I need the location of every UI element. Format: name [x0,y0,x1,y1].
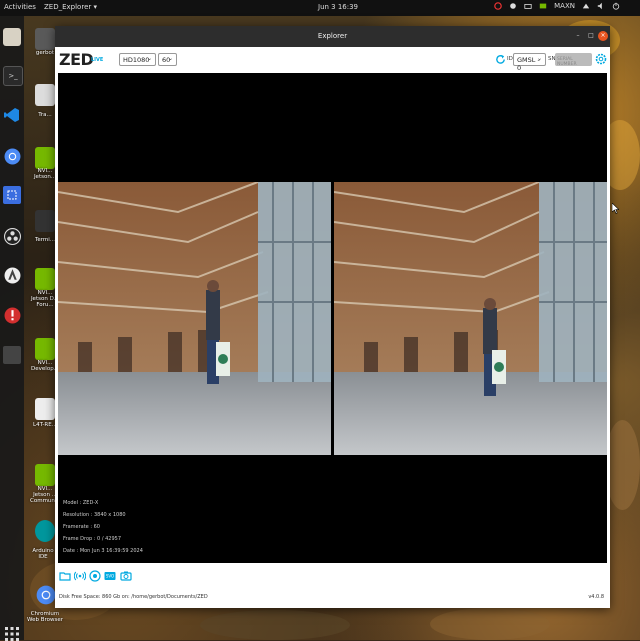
person-shape [483,308,497,354]
app-menu[interactable]: ZED_Explorer ▾ [44,3,97,11]
model-text: Model : ZED-X [63,500,99,506]
window-title: Explorer [317,32,348,40]
vscode-icon[interactable] [3,106,21,124]
chevron-down-icon: ⌄ [536,55,542,62]
toolbar: ZED LIVE HD1080 ⌄ 60 ⌄ ID GMSL - 0 ⌄ SN … [55,47,610,73]
settings-gear-icon[interactable] [595,53,607,65]
obs-icon[interactable] [3,227,21,245]
serial-number-input[interactable]: SERIAL NUMBER [555,53,592,67]
record-icon[interactable] [89,570,101,582]
snapshot-icon[interactable] [120,570,132,582]
id-label: ID [507,56,513,62]
folder-icon[interactable] [59,570,71,582]
network-icon[interactable] [582,2,590,10]
camera-info-panel: Model : ZED-X Resolution : 3840 x 1080 F… [63,497,143,557]
updates-icon[interactable] [3,266,21,284]
arduino-icon[interactable] [35,520,55,542]
top-bar: Activities ZED_Explorer ▾ Jun 3 16:39 MA… [0,0,640,16]
nvidia-settings-icon[interactable] [494,2,502,10]
window-titlebar[interactable]: Explorer – □ × [55,26,610,47]
dock: >_ [0,16,24,641]
framerate-text: Framerate : 60 [63,524,100,530]
left-camera-image [58,182,331,455]
svg-text:SVO: SVO [106,574,114,579]
nvidia-icon[interactable] [35,464,55,486]
close-button[interactable]: × [598,31,608,41]
minimize-button[interactable]: – [573,31,583,41]
active-window-indicator[interactable] [3,346,21,364]
chromium-desktop-icon[interactable] [36,584,56,606]
camera-select[interactable]: GMSL - 0 ⌄ [513,53,546,72]
disk-status-text: Disk Free Space: 860 Gb on: /home/gerbot… [59,594,208,600]
nvidia-icon[interactable] [35,338,55,360]
terminal-desktop-icon[interactable] [35,210,55,232]
chromium-icon[interactable] [3,147,21,165]
activities-button[interactable]: Activities [4,3,36,11]
resolution-value: HD1080 [123,56,150,64]
stream-icon[interactable] [74,570,86,582]
system-tray[interactable]: MAXN [494,2,620,10]
svo-icon[interactable]: SVO [104,570,116,582]
frame-drop-text: Frame Drop : 0 / 42957 [63,536,122,542]
live-label: LIVE [91,57,104,63]
clock[interactable]: Jun 3 16:39 [318,3,358,11]
desktop-label: Chromium Web Browser [26,611,64,623]
antivirus-icon[interactable] [509,2,517,10]
terminal-icon[interactable]: >_ [3,66,23,86]
fps-select[interactable]: 60 ⌄ [158,53,177,66]
nvidia-icon[interactable] [35,147,55,169]
bottom-bar: SVO Disk Free Space: 860 Gb on: /home/ge… [55,563,610,608]
right-camera-image [334,182,607,455]
chevron-down-icon: ⌄ [146,55,152,62]
version-text: v4.0.8 [588,594,604,600]
resolution-select[interactable]: HD1080 ⌄ [119,53,156,66]
date-text: Date : Mon Jun 3 16:39:59 2024 [63,548,143,554]
explorer-window: Explorer – □ × ZED LIVE HD1080 ⌄ 60 ⌄ ID… [55,26,610,608]
keyboard-icon[interactable] [524,2,532,10]
mouse-cursor-icon [612,203,619,214]
chevron-down-icon: ⌄ [167,55,173,62]
refresh-icon[interactable] [495,54,506,65]
resolution-text: Resolution : 3840 x 1080 [63,512,126,518]
power-mode-label[interactable]: MAXN [554,2,575,10]
zed-logo: ZED [59,50,94,69]
nvidia-icon[interactable] [35,268,55,290]
person-shape [206,290,220,340]
screenshot-icon[interactable] [3,186,21,204]
help-icon[interactable] [3,306,21,324]
volume-icon[interactable] [597,2,605,10]
video-viewport[interactable]: Model : ZED-X Resolution : 3840 x 1080 F… [58,73,607,563]
maximize-button[interactable]: □ [586,31,596,41]
files-icon[interactable] [3,28,21,46]
desktop-label: Arduino IDE [32,548,54,560]
power-icon[interactable] [612,2,620,10]
apps-grid-icon[interactable] [5,627,19,641]
document-icon[interactable] [35,398,55,420]
trash-icon[interactable] [35,84,55,106]
nvidia-power-icon[interactable] [539,2,547,10]
home-folder-icon[interactable] [35,28,55,50]
